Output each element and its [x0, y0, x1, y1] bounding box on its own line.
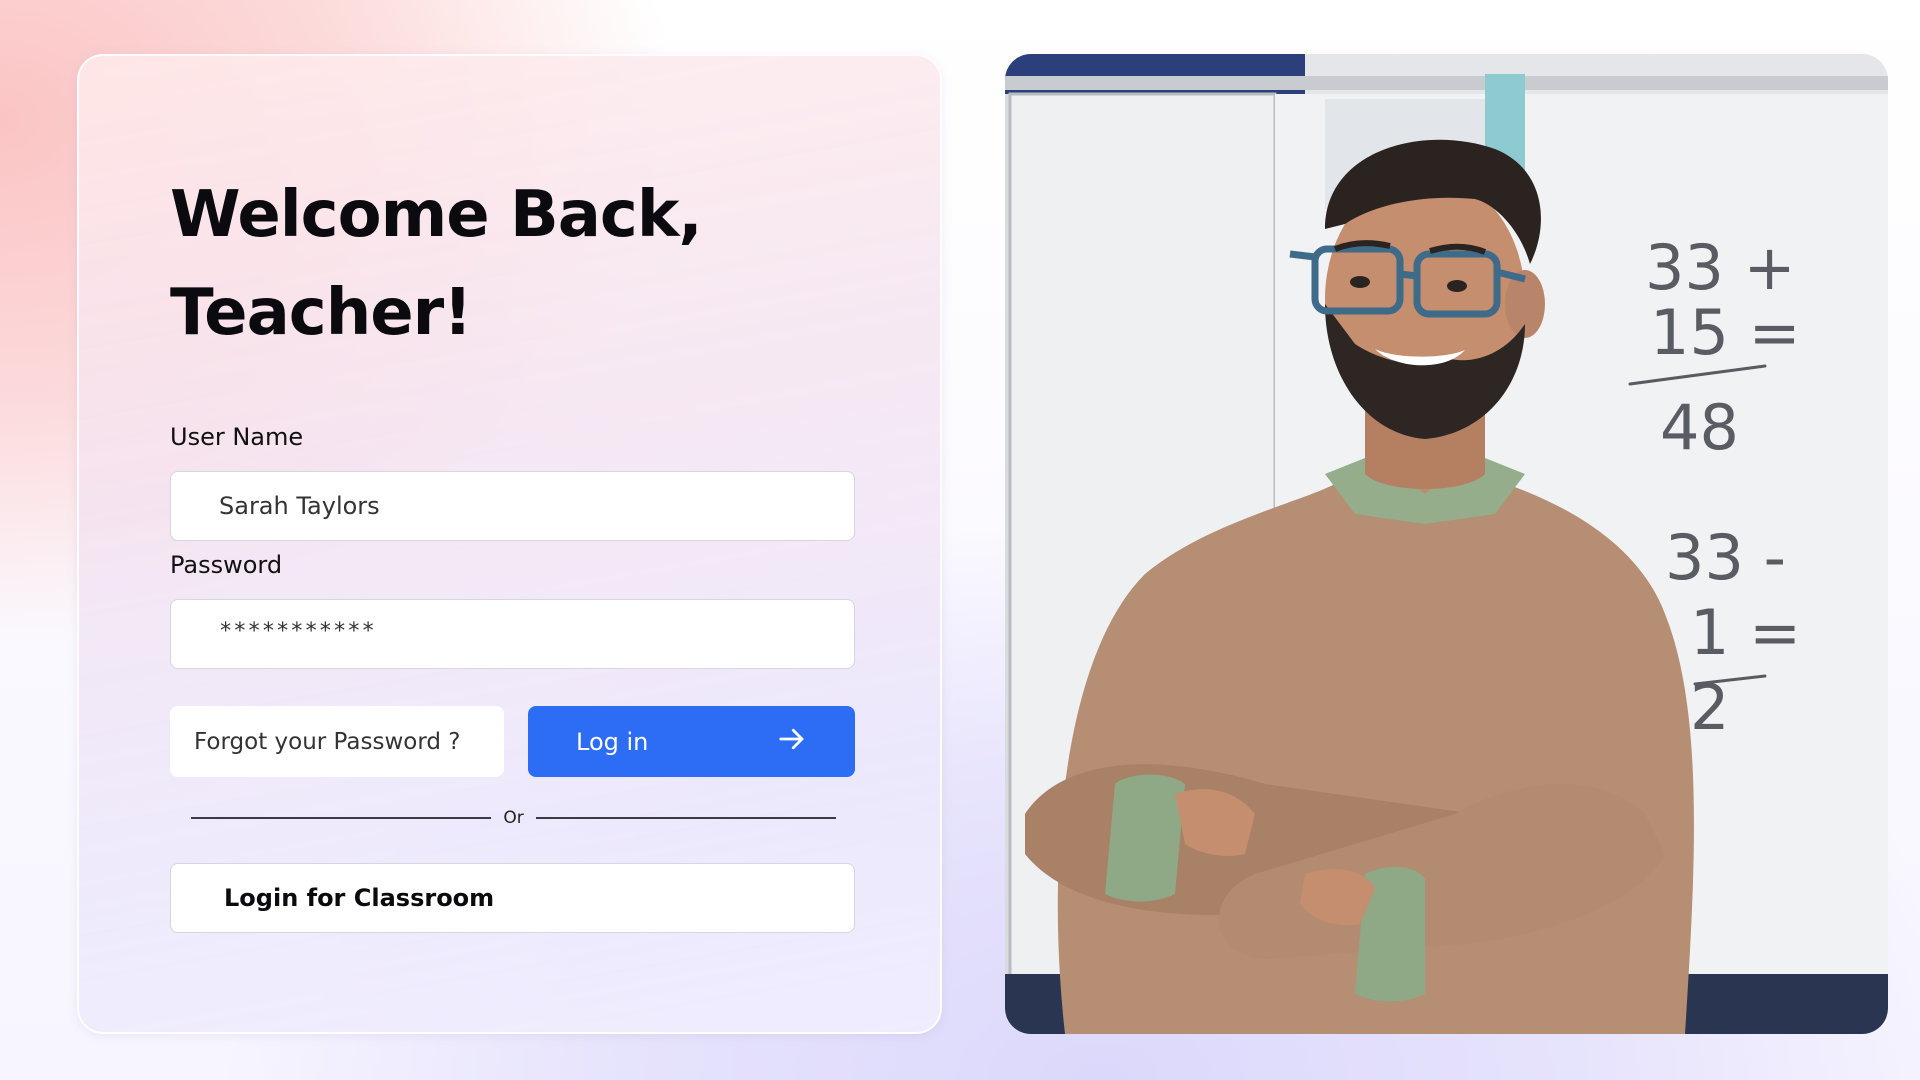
divider-or-text: Or: [503, 808, 524, 828]
username-input[interactable]: Sarah Taylors: [170, 471, 855, 541]
password-label: Password: [170, 551, 283, 579]
board-math-5: 1 =: [1690, 596, 1801, 669]
teacher-photo: 33 + 15 = 48 33 - 1 = 2: [1005, 54, 1888, 1034]
arrow-right-icon: [777, 724, 807, 760]
forgot-password-label: Forgot your Password ?: [194, 728, 461, 755]
page-title: Welcome Back, Teacher!: [170, 166, 870, 362]
teacher-photo-illustration: 33 + 15 = 48 33 - 1 = 2: [1005, 54, 1888, 1034]
classroom-login-button[interactable]: Login for Classroom: [170, 863, 855, 933]
divider-line-right: [535, 817, 836, 819]
classroom-login-label: Login for Classroom: [224, 884, 495, 912]
board-math-6: 2: [1690, 671, 1729, 744]
forgot-password-button[interactable]: Forgot your Password ?: [170, 706, 504, 777]
password-input[interactable]: ***********: [170, 599, 855, 669]
board-math-4: 33 -: [1665, 521, 1786, 594]
password-value: ***********: [219, 618, 376, 644]
title-line-2: Teacher!: [170, 276, 472, 350]
divider-line-left: [191, 817, 492, 819]
board-math-1: 33 +: [1645, 231, 1796, 304]
username-label: User Name: [170, 423, 304, 451]
or-divider: Or: [191, 803, 836, 833]
username-value: Sarah Taylors: [219, 492, 380, 520]
title-line-1: Welcome Back,: [170, 178, 703, 252]
login-button-label: Log in: [576, 727, 649, 756]
board-math-3: 48: [1660, 391, 1739, 464]
login-card: Welcome Back, Teacher! User Name Sarah T…: [77, 54, 942, 1034]
board-math-2: 15 =: [1650, 296, 1801, 369]
login-button[interactable]: Log in: [528, 706, 855, 777]
